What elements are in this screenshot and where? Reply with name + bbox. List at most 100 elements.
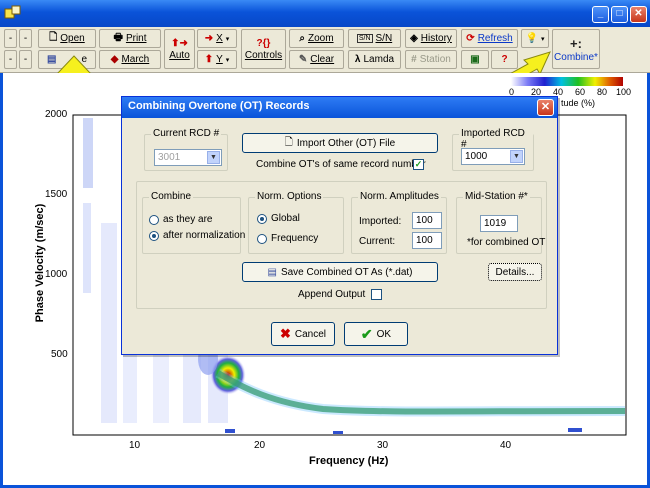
y-axis-label: Phase Velocity (m/sec) <box>34 203 46 323</box>
current-amp-input[interactable]: 100 <box>412 232 442 249</box>
radio-global[interactable] <box>257 214 267 224</box>
x-arrow-icon: ➜ <box>204 33 214 44</box>
x-dropdown-icon: ▾ <box>225 35 230 43</box>
controls-button[interactable]: ?{} Controls <box>241 29 286 69</box>
imported-rcd-select[interactable]: 1000 ▼ <box>461 148 525 165</box>
clear-label: Clear <box>310 54 335 65</box>
y-tick-1000: 1000 <box>45 269 68 280</box>
append-output-checkbox[interactable] <box>371 289 382 300</box>
refresh-button[interactable]: ⟳ Refresh <box>461 29 518 48</box>
open-label: Open <box>60 33 85 44</box>
colorbar <box>511 77 623 86</box>
frequency-label: Frequency <box>271 233 319 244</box>
display-button[interactable]: ▣ <box>461 50 489 69</box>
imported-rcd-label: Imported RCD # <box>459 128 533 150</box>
x-axis-label: X <box>216 33 223 44</box>
y-tick-2000: 2000 <box>45 109 68 120</box>
combine-group: Combine <box>142 191 241 254</box>
lambda-icon: λ <box>354 54 361 65</box>
dialog-close-button[interactable]: ✕ <box>537 99 554 116</box>
lightbulb-icon: 💡 <box>525 33 538 44</box>
combine-same-checkbox[interactable]: ✓ <box>413 159 424 170</box>
minus-button-2[interactable]: - <box>19 29 32 48</box>
minimize-button[interactable]: _ <box>592 6 609 23</box>
zoom-label: Zoom <box>308 33 334 44</box>
chevron-down-icon: ▼ <box>510 150 523 163</box>
lamda-button[interactable]: λ Lamda <box>348 50 401 69</box>
auto-scale-icon: ⬆➜ <box>171 37 188 49</box>
refresh-icon: ⟳ <box>466 33 475 44</box>
sn-button[interactable]: S/N S/N <box>348 29 401 48</box>
radio-after-normalization[interactable] <box>149 231 159 241</box>
zoom-button[interactable]: ⌕ Zoom <box>289 29 344 48</box>
save-combined-button[interactable]: ▤ Save Combined OT As (*.dat) <box>242 262 438 282</box>
title-bar: _ □ ✕ <box>0 0 650 27</box>
auto-button[interactable]: ⬆➜ Auto <box>164 29 195 69</box>
chevron-down-icon: ▼ <box>207 151 220 164</box>
ok-label: OK <box>376 328 392 340</box>
cancel-button[interactable]: ✖ Cancel <box>271 322 335 346</box>
ok-check-icon: ✔ <box>360 325 373 342</box>
x-tick-30: 30 <box>377 440 389 451</box>
station-icon: # <box>411 54 417 65</box>
cancel-label: Cancel <box>294 328 327 340</box>
printer-icon: 🖶 <box>113 32 123 43</box>
print-button[interactable]: 🖶 Print <box>99 29 161 48</box>
minus-button-3[interactable]: - <box>4 50 17 69</box>
after-normalization-label: after normalization <box>163 230 246 241</box>
ok-button[interactable]: ✔ OK <box>344 322 408 346</box>
minus-label: - <box>23 33 28 44</box>
y-dropdown-icon: ▾ <box>225 56 230 64</box>
x-axis-button[interactable]: ➜ X ▾ <box>197 29 237 48</box>
mid-station-label: Mid-Station #* <box>463 191 530 202</box>
as-they-are-label: as they are <box>163 214 213 225</box>
combine-label: Combine* <box>554 51 598 63</box>
station-button[interactable]: # Station <box>405 50 457 69</box>
y-axis-button[interactable]: ⬆ Y ▾ <box>197 50 237 69</box>
x-tick-20: 20 <box>254 440 266 451</box>
tip-button[interactable]: 💡 ▾ <box>521 29 549 48</box>
colorbar-tick-100: 100 <box>616 87 632 97</box>
radio-as-they-are[interactable] <box>149 215 159 225</box>
march-label: March <box>121 54 150 65</box>
current-rcd-select[interactable]: 3001 ▼ <box>154 149 222 166</box>
x-axis-label: Frequency (Hz) <box>309 455 389 467</box>
combine-dialog: Combining Overtone (OT) Records ✕ Curren… <box>121 96 558 355</box>
details-button[interactable]: Details... <box>488 263 542 281</box>
combine-button[interactable]: +: Combine* <box>552 29 600 69</box>
march-button[interactable]: ◆ March <box>99 50 161 69</box>
mid-station-input[interactable]: 1019 <box>480 215 518 232</box>
y-axis-label: Y <box>216 54 223 65</box>
combine-icon: +: <box>570 35 582 51</box>
open-button[interactable]: 🗋 Open <box>38 29 96 48</box>
minus-label: - <box>8 54 13 65</box>
lamda-label: Lamda <box>363 54 395 65</box>
import-ot-file-button[interactable]: 🗋 Import Other (OT) File <box>242 133 438 153</box>
auto-label: Auto <box>169 49 190 61</box>
history-button[interactable]: ◈ History <box>405 29 457 48</box>
cancel-x-icon: ✖ <box>279 326 291 341</box>
radio-frequency[interactable] <box>257 234 267 244</box>
imported-rcd-value: 1000 <box>465 151 488 162</box>
save-disk-icon: ▤ <box>267 266 277 278</box>
history-icon: ◈ <box>410 33 418 44</box>
minus-button-4[interactable]: - <box>19 50 32 69</box>
import-label: Import Other (OT) File <box>296 137 396 149</box>
details-label: Details... <box>495 266 535 278</box>
print-label: Print <box>125 33 147 44</box>
close-button[interactable]: ✕ <box>630 6 647 23</box>
y-tick-500: 500 <box>51 349 68 360</box>
sn-label: S/N <box>375 33 393 44</box>
minus-label: - <box>8 33 13 44</box>
y-arrow-icon: ⬆ <box>204 54 214 65</box>
combine-same-label: Combine OT's of same record number <box>256 159 426 170</box>
combine-group-label: Combine <box>149 191 194 202</box>
minus-label: - <box>23 54 28 65</box>
minus-button-1[interactable]: - <box>4 29 17 48</box>
clear-button[interactable]: ✎ Clear <box>289 50 344 69</box>
imported-amp-label: Imported: <box>359 216 402 227</box>
x-tick-40: 40 <box>500 440 512 451</box>
maximize-button[interactable]: □ <box>611 6 628 23</box>
norm-options-label: Norm. Options <box>255 191 324 202</box>
imported-amp-input[interactable]: 100 <box>412 212 442 229</box>
